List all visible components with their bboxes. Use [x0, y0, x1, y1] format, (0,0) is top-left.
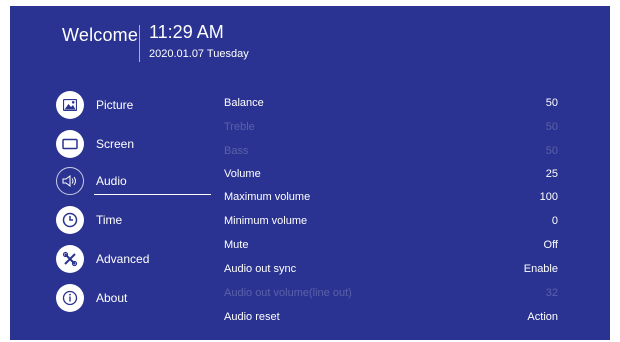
clock-icon: [56, 206, 84, 234]
setting-name: Mute: [224, 239, 249, 251]
sidebar-item-screen[interactable]: Screen: [56, 129, 222, 159]
setting-name: Audio reset: [224, 311, 280, 323]
setting-name: Volume: [224, 168, 261, 180]
setting-value: Off: [543, 239, 558, 251]
sidebar-item-time[interactable]: Time: [56, 205, 222, 235]
sidebar-item-label: Time: [96, 213, 123, 227]
setting-mute[interactable]: Mute Off: [224, 235, 558, 257]
setting-maximum-volume[interactable]: Maximum volume 100: [224, 187, 558, 209]
clock-date: 2020.01.07 Tuesday: [149, 48, 249, 60]
setting-name: Audio out volume(line out): [224, 287, 352, 299]
screen-icon: [56, 130, 84, 158]
settings-screen: Welcome 11:29 AM 2020.01.07 Tuesday Pict…: [10, 6, 610, 340]
welcome-title: Welcome: [62, 25, 139, 45]
setting-name: Maximum volume: [224, 191, 311, 203]
setting-value: 50: [545, 121, 558, 133]
tools-icon: [56, 245, 84, 273]
selected-underline: [94, 194, 211, 195]
speaker-icon: [56, 167, 84, 195]
setting-audio-out-sync[interactable]: Audio out sync Enable: [224, 259, 558, 281]
setting-name: Minimum volume: [224, 215, 308, 227]
sidebar-item-label: Screen: [96, 137, 135, 151]
setting-value: 32: [545, 287, 558, 299]
setting-bass: Bass 50: [224, 141, 558, 163]
setting-name: Treble: [224, 121, 255, 133]
setting-value: 100: [539, 191, 558, 203]
setting-volume[interactable]: Volume 25: [224, 164, 558, 186]
setting-minimum-volume[interactable]: Minimum volume 0: [224, 211, 558, 233]
setting-value: 50: [545, 97, 558, 109]
sidebar-item-label: Advanced: [96, 252, 150, 266]
setting-value: 50: [545, 145, 558, 157]
header-divider: [139, 25, 140, 62]
setting-value: Enable: [523, 263, 558, 275]
setting-value: 25: [545, 168, 558, 180]
picture-icon: [56, 91, 84, 119]
sidebar-item-audio[interactable]: Audio: [56, 166, 222, 196]
sidebar-item-picture[interactable]: Picture: [56, 90, 222, 120]
setting-value: Action: [527, 311, 558, 323]
setting-value: 0: [551, 215, 558, 227]
setting-audio-reset[interactable]: Audio reset Action: [224, 307, 558, 329]
setting-treble: Treble 50: [224, 117, 558, 139]
setting-name: Balance: [224, 97, 264, 109]
info-icon: [56, 284, 84, 312]
clock-time: 11:29 AM: [149, 22, 224, 42]
setting-name: Bass: [224, 145, 249, 157]
sidebar-item-about[interactable]: About: [56, 283, 222, 313]
setting-name: Audio out sync: [224, 263, 297, 275]
sidebar-item-advanced[interactable]: Advanced: [56, 244, 222, 274]
sidebar-item-label: About: [96, 291, 128, 305]
setting-balance[interactable]: Balance 50: [224, 93, 558, 115]
sidebar-item-label: Picture: [96, 98, 134, 112]
sidebar-item-label: Audio: [96, 174, 127, 188]
setting-audio-out-volume: Audio out volume(line out) 32: [224, 283, 558, 305]
